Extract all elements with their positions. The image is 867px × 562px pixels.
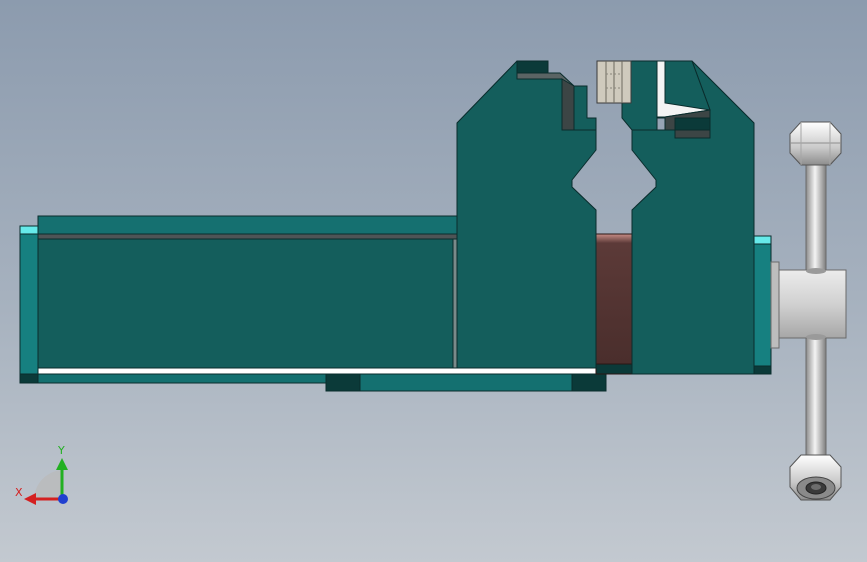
handle-top-nut <box>789 121 842 166</box>
triad-z-axis <box>58 494 68 504</box>
handle-bottom-nut <box>789 454 842 501</box>
beam-top-flange <box>37 215 459 235</box>
handle-hub-collar <box>770 261 780 349</box>
beam-end-cap <box>19 225 40 384</box>
fixed-jaw[interactable] <box>456 60 597 369</box>
beam-end-cap-highlight <box>19 225 40 235</box>
handle-rod-shadow <box>806 334 826 340</box>
guide-block-body <box>595 233 633 365</box>
fixed-jaw-slot <box>516 60 549 74</box>
beam-web <box>37 238 455 370</box>
jaw-insert[interactable] <box>596 60 632 104</box>
fixed-jaw-step-shade <box>561 78 575 131</box>
screw-flange-plate <box>753 235 772 375</box>
screw-flange[interactable] <box>753 235 772 375</box>
beam-foot-mid <box>359 373 573 392</box>
triad-x-label: X <box>15 486 23 499</box>
handle-assembly[interactable] <box>770 121 847 501</box>
beam-end-cap-base <box>19 373 40 384</box>
triad-plane <box>33 470 62 500</box>
beam-foot-left <box>325 373 361 392</box>
moving-jaw-step-dark <box>674 117 711 131</box>
triad-y-label: Y <box>57 444 65 457</box>
screw-flange-base <box>753 365 772 375</box>
handle-rod-shadow <box>806 268 826 274</box>
screw-flange-highlight <box>753 235 772 245</box>
triad-x-arrow <box>24 493 36 505</box>
beam-bottom-flange <box>37 373 327 384</box>
beam-top-edge <box>37 233 459 240</box>
beam-foot-right <box>571 373 607 392</box>
moving-jaw[interactable] <box>621 60 755 375</box>
cad-viewport[interactable]: Y X <box>0 0 867 562</box>
guide-block[interactable] <box>595 233 633 375</box>
guide-block-base <box>595 363 633 375</box>
beam-inner-edge <box>452 238 458 370</box>
triad-y-arrow <box>56 458 68 470</box>
beam-bottom-highlight <box>37 367 599 375</box>
fixed-jaw-lip <box>573 85 597 131</box>
orientation-triad: Y X <box>15 444 68 505</box>
